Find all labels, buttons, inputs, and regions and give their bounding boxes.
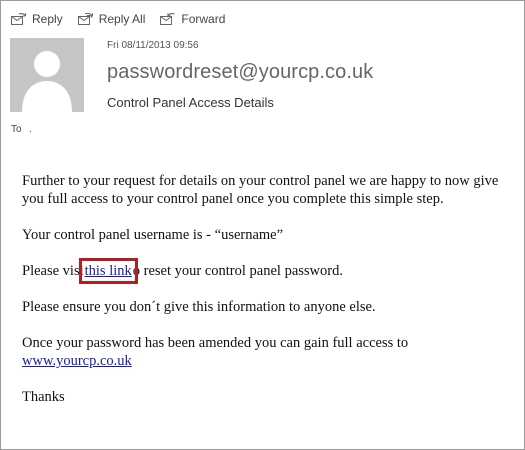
reply-all-icon	[77, 12, 93, 25]
sign-off: Thanks	[22, 389, 65, 405]
recipient-field[interactable]: .	[29, 124, 32, 135]
website-link[interactable]: www.yourcp.co.uk	[22, 353, 132, 369]
forward-label: Forward	[181, 12, 226, 26]
reply-all-button[interactable]: Reply All	[77, 12, 146, 26]
body-paragraph: Please visithis linko reset your control…	[22, 258, 518, 284]
forward-icon	[160, 13, 176, 25]
email-window: Reply Reply All Forward Fri 08/11/2013 0…	[0, 0, 525, 450]
sender-address[interactable]: passwordreset@yourcp.co.uk	[107, 61, 373, 84]
body-paragraph: Once your password has been amended you …	[22, 334, 518, 370]
reply-icon	[11, 13, 27, 25]
to-label: To	[11, 124, 22, 135]
forward-button[interactable]: Forward	[159, 12, 225, 26]
body-text: Once your password has been amended you …	[22, 335, 409, 351]
person-silhouette-icon	[22, 51, 72, 112]
body-paragraph: Your control panel username is - “userna…	[22, 227, 284, 243]
sender-avatar	[10, 38, 84, 112]
body-paragraph: Further to your request for details on y…	[22, 173, 499, 207]
reply-all-label: Reply All	[98, 12, 146, 26]
reply-button[interactable]: Reply	[10, 12, 63, 26]
highlight-box: this link	[78, 258, 138, 284]
message-toolbar: Reply Reply All Forward	[10, 10, 239, 28]
email-body: Further to your request for details on y…	[22, 172, 518, 424]
email-subject: Control Panel Access Details	[107, 95, 274, 110]
body-text: o reset your control panel password.	[132, 263, 343, 279]
reset-link[interactable]: this link	[85, 263, 132, 279]
reply-label: Reply	[32, 12, 63, 26]
sent-date: Fri 08/11/2013 09:56	[107, 40, 199, 51]
body-text: Please visi	[22, 263, 84, 279]
body-paragraph: Please ensure you don´t give this inform…	[22, 299, 376, 315]
